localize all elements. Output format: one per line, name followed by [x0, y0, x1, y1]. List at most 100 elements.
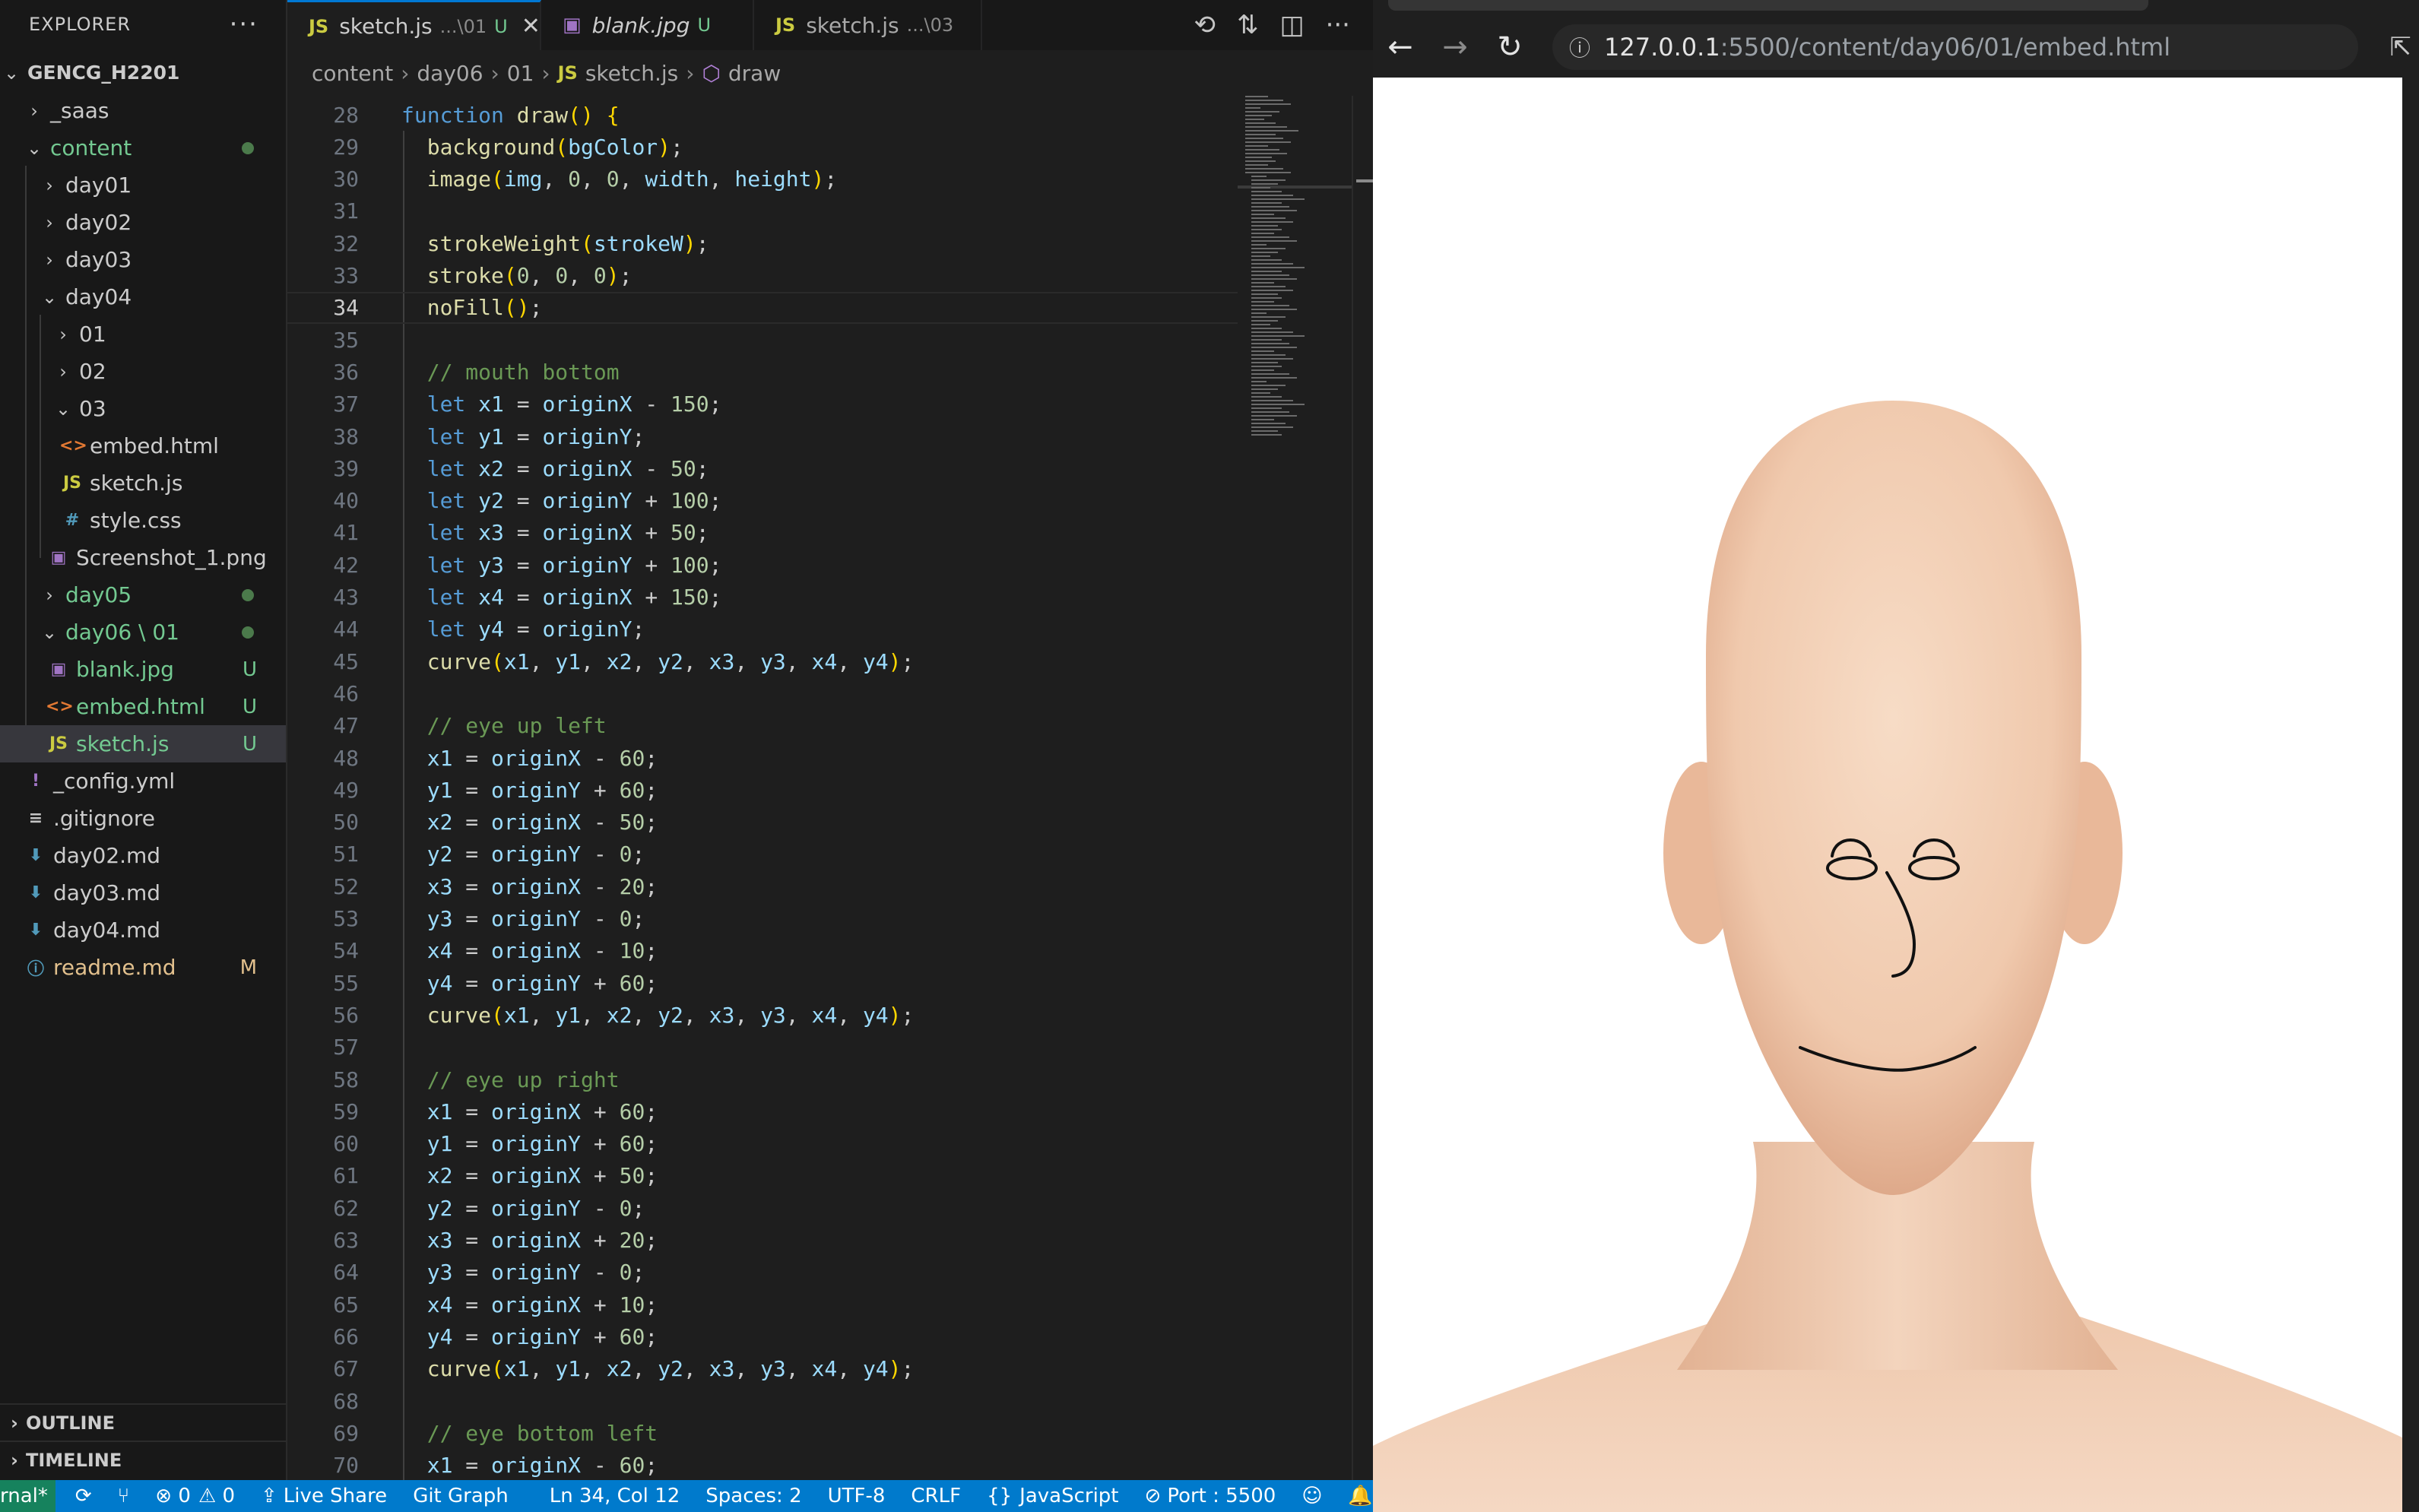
code-line[interactable]: 42 let y3 = originY + 100;	[287, 549, 1238, 581]
tree-folder-content[interactable]: ⌄ content	[0, 129, 286, 166]
tree-folder-day01[interactable]: › day01	[0, 166, 286, 204]
code-line[interactable]: 69 // eye bottom left	[287, 1417, 1238, 1449]
timeline-section[interactable]: › TIMELINE	[0, 1441, 286, 1479]
history-icon[interactable]: ⟲	[1194, 10, 1216, 40]
outline-section[interactable]: › OUTLINE	[0, 1403, 286, 1441]
minimap[interactable]	[1238, 91, 1352, 471]
tree-folder-02[interactable]: › 02	[0, 353, 286, 390]
git-branch-icon[interactable]: ⑂	[118, 1485, 130, 1507]
language-mode[interactable]: {} JavaScript	[987, 1485, 1118, 1507]
code-line[interactable]: 35	[287, 324, 1238, 356]
port-button[interactable]: ⊘ Port : 5500	[1145, 1485, 1276, 1507]
tree-file-blank-jpg[interactable]: ▣ blank.jpg U	[0, 651, 286, 688]
tree-folder-01[interactable]: › 01	[0, 315, 286, 353]
tree-file-embed-html[interactable]: <> embed.html	[0, 427, 286, 464]
tab-sketch-js-03[interactable]: JS sketch.js ...\03	[754, 0, 982, 50]
browser-tab[interactable]	[1388, 0, 2148, 11]
vertical-scrollbar[interactable]	[1352, 96, 1374, 1480]
code-line[interactable]: 54 x4 = originX - 10;	[287, 935, 1238, 967]
code-line[interactable]: 70 x1 = originX - 60;	[287, 1450, 1238, 1480]
code-line[interactable]: 37 let x1 = originX - 150;	[287, 388, 1238, 420]
line-ending[interactable]: CRLF	[911, 1485, 961, 1507]
code-line[interactable]: 55 y4 = originY + 60;	[287, 967, 1238, 999]
tree-folder-day05[interactable]: › day05	[0, 576, 286, 613]
code-line[interactable]: 30 image(img, 0, 0, width, height);	[287, 163, 1238, 195]
code-line[interactable]: 61 x2 = originX + 50;	[287, 1160, 1238, 1192]
code-line[interactable]: 67 curve(x1, y1, x2, y2, x3, y3, x4, y4)…	[287, 1353, 1238, 1385]
forward-icon[interactable]: →	[1428, 30, 1482, 65]
address-bar[interactable]: ⓘ 127.0.0.1:5500/content/day06/01/embed.…	[1552, 24, 2358, 70]
code-line[interactable]: 40 let y2 = originY + 100;	[287, 485, 1238, 517]
tree-file-sketch-js[interactable]: JS sketch.js	[0, 464, 286, 502]
tree-folder-03[interactable]: ⌄ 03	[0, 390, 286, 427]
errors-count[interactable]: ⊗ 0	[155, 1485, 191, 1507]
code-line[interactable]: 68	[287, 1385, 1238, 1417]
breadcrumb-item[interactable]: 01	[507, 61, 534, 86]
tree-file-readme-md[interactable]: ⓘ readme.md M	[0, 949, 286, 986]
code-line[interactable]: 36 // mouth bottom	[287, 356, 1238, 388]
code-line[interactable]: 43 let x4 = originX + 150;	[287, 582, 1238, 613]
compare-changes-icon[interactable]: ⇅	[1237, 10, 1259, 40]
tree-file-day04-md[interactable]: ⬇ day04.md	[0, 911, 286, 949]
code-line[interactable]: 60 y1 = originY + 60;	[287, 1128, 1238, 1160]
code-line[interactable]: 41 let x3 = originX + 50;	[287, 517, 1238, 549]
code-line[interactable]: 62 y2 = originY - 0;	[287, 1192, 1238, 1224]
breadcrumb-item[interactable]: day06	[417, 61, 483, 86]
tree-folder-saas[interactable]: › _saas	[0, 92, 286, 129]
site-info-icon[interactable]: ⓘ	[1569, 32, 1590, 62]
code-line[interactable]: 28 function draw() {	[287, 99, 1238, 131]
split-editor-icon[interactable]: ◫	[1279, 10, 1304, 40]
tree-file-style-css[interactable]: # style.css	[0, 502, 286, 539]
code-line[interactable]: 48 x1 = originX - 60;	[287, 742, 1238, 774]
sync-icon[interactable]: ⟳	[75, 1485, 92, 1507]
feedback-icon[interactable]: ☺	[1301, 1485, 1322, 1507]
code-line[interactable]: 53 y3 = originY - 0;	[287, 903, 1238, 935]
code-line[interactable]: 57	[287, 1032, 1238, 1063]
code-line[interactable]: 50 x2 = originX - 50;	[287, 807, 1238, 838]
live-share-button[interactable]: ⇪ Live Share	[261, 1485, 387, 1507]
breadcrumb-item[interactable]: draw	[728, 61, 781, 86]
encoding[interactable]: UTF-8	[828, 1485, 886, 1507]
back-icon[interactable]: ←	[1373, 30, 1428, 65]
code-line[interactable]: 49 y1 = originY + 60;	[287, 774, 1238, 806]
code-line[interactable]: 31	[287, 195, 1238, 227]
code-line[interactable]: 59 x1 = originX + 60;	[287, 1095, 1238, 1127]
workspace-root[interactable]: ⌄ GENCG_H2201	[0, 54, 286, 91]
share-icon[interactable]: ⇱	[2390, 32, 2412, 62]
tree-file-screenshot-png[interactable]: ▣ Screenshot_1.png	[0, 539, 286, 576]
breadcrumb-item[interactable]: content	[312, 61, 393, 86]
code-line[interactable]: 64 y3 = originY - 0;	[287, 1257, 1238, 1289]
code-line[interactable]: 39 let x2 = originX - 50;	[287, 452, 1238, 484]
code-line[interactable]: 51 y2 = originY - 0;	[287, 838, 1238, 870]
code-line[interactable]: 46	[287, 677, 1238, 709]
code-line[interactable]: 32 strokeWeight(strokeW);	[287, 227, 1238, 259]
close-icon[interactable]: ✕	[522, 13, 541, 40]
code-line[interactable]: 58 // eye up right	[287, 1063, 1238, 1095]
code-line[interactable]: 45 curve(x1, y1, x2, y2, x3, y3, x4, y4)…	[287, 645, 1238, 677]
indentation[interactable]: Spaces: 2	[705, 1485, 801, 1507]
tree-file-gitignore[interactable]: ≡ .gitignore	[0, 800, 286, 837]
tree-file-embed-html-2[interactable]: <> embed.html U	[0, 688, 286, 725]
code-line[interactable]: 65 x4 = originX + 10;	[287, 1289, 1238, 1320]
tab-blank-jpg[interactable]: ▣ blank.jpg U	[541, 0, 754, 50]
p5-sketch-canvas[interactable]	[1373, 78, 2419, 1512]
code-editor[interactable]: 28 function draw() {29 background(bgColor…	[287, 99, 1238, 1480]
code-line[interactable]: 66 y4 = originY + 60;	[287, 1320, 1238, 1352]
code-line[interactable]: 52 x3 = originX - 20;	[287, 870, 1238, 902]
breadcrumb-item[interactable]: sketch.js	[585, 61, 678, 86]
code-line[interactable]: 34 noFill();	[287, 291, 1238, 324]
tree-folder-day06-01[interactable]: ⌄ day06 \ 01	[0, 613, 286, 651]
remote-indicator[interactable]: rnal*	[0, 1480, 55, 1512]
tree-folder-day04[interactable]: ⌄ day04	[0, 278, 286, 315]
tree-file-sketch-js-2[interactable]: JS sketch.js U	[0, 725, 286, 762]
tree-file-day02-md[interactable]: ⬇ day02.md	[0, 837, 286, 874]
code-line[interactable]: 56 curve(x1, y1, x2, y2, x3, y3, x4, y4)…	[287, 999, 1238, 1031]
code-line[interactable]: 29 background(bgColor);	[287, 131, 1238, 163]
code-line[interactable]: 38 let y1 = originY;	[287, 420, 1238, 452]
tree-folder-day02[interactable]: › day02	[0, 204, 286, 241]
tree-folder-day03[interactable]: › day03	[0, 241, 286, 278]
code-line[interactable]: 47 // eye up left	[287, 710, 1238, 742]
notifications-bell-icon[interactable]: 🔔	[1348, 1485, 1372, 1507]
explorer-more-icon[interactable]: ···	[230, 9, 258, 40]
tree-file-day03-md[interactable]: ⬇ day03.md	[0, 874, 286, 911]
